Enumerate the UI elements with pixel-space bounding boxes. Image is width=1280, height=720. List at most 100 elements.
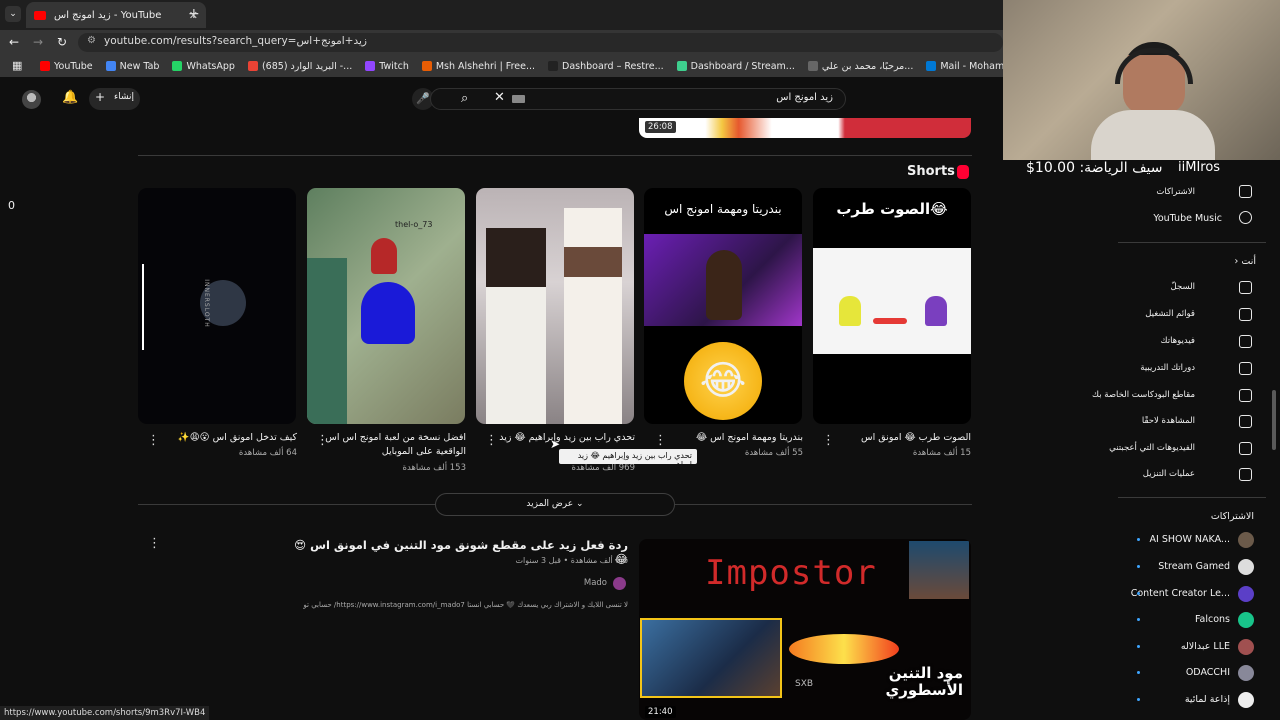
podcasts-icon [1239,389,1252,402]
apps-grid-icon[interactable]: ▦ [12,59,22,72]
short-thumbnail[interactable]: بندريتا ومهمة امونج اس 😂 [644,188,802,424]
you-heading[interactable]: أنت ‹ [1196,256,1256,267]
bookmark-item[interactable]: New Tab [105,61,159,72]
new-content-dot [1137,618,1140,621]
webcam-overlay [1003,0,1280,160]
sidebar-item[interactable]: عمليات التنزيل [1070,469,1195,479]
search-icon[interactable]: ⌕ [461,91,468,106]
bookmark-item[interactable]: Msh Alshehri | Free... [421,60,536,72]
sidebar-scrollbar[interactable] [1272,390,1276,450]
site-info-icon[interactable]: ⚙ [87,35,96,46]
short-thumbnail[interactable]: thel-o_73 [307,188,465,424]
bookmark-item[interactable]: Twitch [365,61,409,72]
channel-avatar [1238,559,1254,575]
short-title[interactable]: كيف تدخل امونق اس 😮😩✨ [137,431,297,445]
search-input[interactable]: زيد امونج اس [430,88,846,110]
short-views: 153 ألف مشاهدة [402,463,466,473]
reload-icon[interactable]: ↻ [57,35,67,49]
bookmark-icon [105,61,116,71]
bookmark-label: YouTube [54,60,93,72]
bookmark-item[interactable]: Dashboard – Restre... [548,61,664,72]
sidebar-item[interactable]: السجلّ [1070,282,1195,292]
short-menu-icon[interactable]: ⋮ [316,433,329,448]
new-content-dot [1137,565,1140,568]
new-content-dot [1137,671,1140,674]
video-description: لا تنسى اللايك و الاشتراك ربي يسعدك 🖤 حس… [303,601,628,609]
crewmate-red [371,238,397,274]
bookmark-icon [548,61,559,71]
shorts-heading: Shorts [907,164,955,179]
browser-tab[interactable]: YouTube - زيد امونج اس ✕ [26,2,206,28]
short-frame [813,248,971,354]
short-title[interactable]: بندريتا ومهمة امونج اس 😂 [643,431,803,445]
short-caption: بندريتا ومهمة امونج اس [664,202,782,216]
webcam-inset [640,618,782,698]
subscriptions-icon [1239,185,1252,198]
tab-search-button[interactable]: ⌄ [5,6,21,22]
short-thumbnail[interactable]: INNERSLOTH [138,188,296,424]
sidebar-item-youtube-music[interactable]: YouTube Music [1070,213,1222,224]
bookmark-item[interactable]: البريد الوارد (685) -... [247,60,353,72]
person-body [1091,110,1215,160]
show-more-button[interactable]: عرض المزيد ⌄ [435,493,675,516]
bookmark-icon [40,61,50,71]
short-views: 969 ألف مشاهدة [571,463,635,473]
short-menu-icon[interactable]: ⋮ [654,433,667,448]
watch-later-icon [1239,415,1252,428]
video-menu-icon[interactable]: ⋮ [148,536,161,551]
channel-avatar[interactable] [613,577,626,590]
sidebar-item-subscriptions[interactable]: الاشتراكات [1070,187,1195,197]
short-thumbnail[interactable] [476,188,634,424]
address-input[interactable]: ⚙ youtube.com/results?search_query=زيد+ا… [78,33,1003,52]
video-duration: 21:40 [645,706,676,718]
playlists-icon [1239,308,1252,321]
crewmate-purple [925,296,947,326]
bookmark-item[interactable]: WhatsApp [172,61,235,72]
clear-search-icon[interactable]: ✕ [494,90,505,105]
bookmark-label: Twitch [379,60,409,72]
video-thumbnail[interactable]: Impostor مود التنين الأسطوري SXB [639,539,971,720]
bookmark-icon [365,61,376,71]
bookmark-icon [676,61,687,71]
top-video-thumbnail[interactable] [639,118,971,138]
bookmark-label: Dashboard – Restre... [562,60,664,72]
bookmark-item[interactable]: مرحبًا، محمد بن علي... [807,61,913,72]
sidebar-item[interactable]: دوراتك التدريبية [1070,363,1195,373]
avatar[interactable] [22,90,41,109]
sidebar-item[interactable]: المشاهدة لاحقًا [1070,416,1195,426]
bookmark-label: Msh Alshehri | Free... [435,60,536,72]
short-menu-icon[interactable]: ⋮ [822,433,835,448]
channel-name[interactable]: Mado [530,578,607,588]
crewmate-yellow [839,296,861,326]
notifications-bell-icon[interactable]: 🔔 [62,90,78,105]
bookmark-label: Dashboard / Stream... [690,60,795,72]
channel-avatar [1238,639,1254,655]
forward-icon[interactable]: → [33,35,43,49]
short-menu-icon[interactable]: ⋮ [485,433,498,448]
sidebar-item[interactable]: قوائم التشغيل [1070,309,1195,319]
sidebar-item[interactable]: الفيديوهات التي أعجبتني [1070,443,1195,453]
short-title[interactable]: افضل نسخة من لعبة امونج اس اس الواقعية ع… [306,431,466,459]
bookmark-icon [926,61,937,71]
new-tab-button[interactable]: + [188,6,200,22]
bookmark-icon [421,61,432,71]
top-video-duration: 26:08 [645,121,676,133]
create-button[interactable]: + إنشاء [89,88,140,110]
left-counter: 0 [8,199,15,212]
keyboard-icon[interactable] [512,95,525,103]
plus-icon: + [95,90,106,104]
divider [1118,497,1266,498]
chevron-down-icon: ⌄ [576,499,584,509]
short-title[interactable]: الصوت طرب 😂 امونق اس [811,431,971,445]
shorts-logo-icon [957,165,969,179]
you-heading-label: أنت [1241,256,1256,267]
short-thumbnail[interactable]: الصوت طرب😂 [813,188,971,424]
back-icon[interactable]: ← [9,35,19,49]
short-menu-icon[interactable]: ⋮ [147,433,160,448]
sidebar-item[interactable]: مقاطع البودكاست الخاصة بك [1070,390,1195,400]
bookmark-label: البريد الوارد (685) -... [261,60,353,72]
bookmark-item[interactable]: Dashboard / Stream... [676,60,795,72]
sidebar-item[interactable]: فيديوهاتك [1070,336,1195,346]
donation-text: سيف الرياضة: 10.00$ [1026,160,1163,176]
bookmark-item[interactable]: YouTube [40,61,93,72]
